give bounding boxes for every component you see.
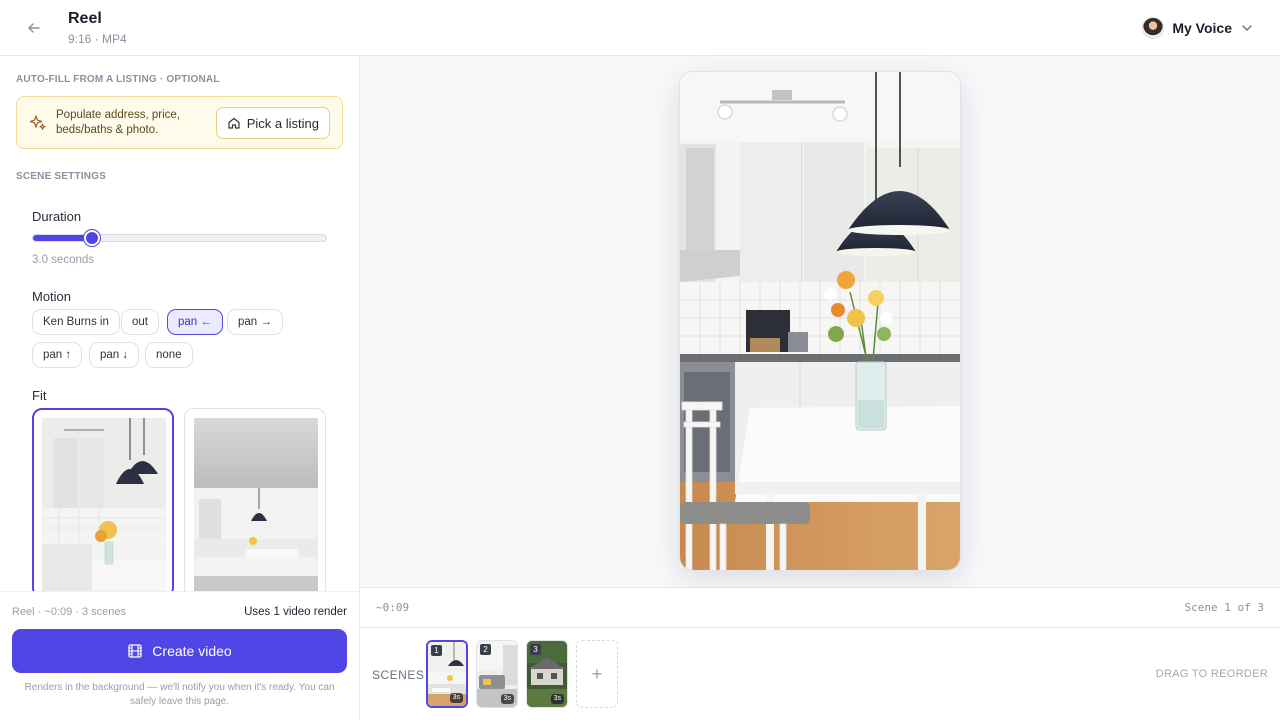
format-subtitle: 9:16 · MP4	[68, 32, 127, 46]
settings-panel: AUTO-FILL FROM A LISTING · OPTIONAL Popu…	[0, 56, 360, 720]
preview-area	[360, 56, 1280, 588]
film-icon	[128, 644, 142, 658]
sparkle-icon	[29, 115, 46, 130]
duration-value: 3.0 seconds	[32, 254, 95, 266]
motion-chip-ken-burns-in[interactable]: Ken Burns in	[32, 309, 120, 335]
drag-to-reorder-hint: DRAG TO REORDER	[1155, 668, 1268, 680]
top-bar: Reel 9:16 · MP4 My Voice	[0, 0, 1280, 56]
render-usage: Uses 1 video render	[244, 606, 347, 618]
create-footer: Reel · ~0:09 · 3 scenes Uses 1 video ren…	[0, 591, 359, 720]
create-video-label: Create video	[152, 643, 232, 659]
autofill-section-label: AUTO-FILL FROM A LISTING · OPTIONAL	[16, 74, 220, 85]
scene-indicator: Scene 1 of 3	[1184, 601, 1264, 614]
background-render-note: Renders in the background — we'll notify…	[24, 682, 335, 707]
autofill-description: Populate address, price, beds/baths & ph…	[56, 109, 181, 136]
motion-chip-none[interactable]: none	[145, 342, 193, 368]
scene-thumb[interactable]: 2 3s	[476, 640, 518, 708]
voice-selector[interactable]: My Voice	[1142, 14, 1254, 42]
duration-label: Duration	[32, 209, 82, 224]
fit-label: Fit	[32, 388, 47, 403]
scene-duration: 3s	[500, 694, 514, 704]
reel-summary: Reel · ~0:09 · 3 scenes	[12, 606, 127, 618]
video-preview[interactable]	[679, 71, 961, 571]
motion-chip-pan-left[interactable]: pan ←	[167, 309, 223, 335]
create-video-button[interactable]: Create video	[12, 629, 347, 673]
scene-settings-label: SCENE SETTINGS	[16, 171, 107, 182]
motion-chip-out[interactable]: out	[121, 309, 159, 335]
scene-thumb[interactable]: 1 3s	[426, 640, 468, 708]
timeline-info: ~0:09 Scene 1 of 3	[360, 588, 1280, 628]
scene-number: 1	[431, 645, 442, 656]
scenes-strip: SCENES 1 3s 2 3s 3 3s + DRAG TO REORDER	[360, 628, 1280, 720]
voice-label: My Voice	[1172, 20, 1232, 36]
motion-chip-pan-right[interactable]: pan →	[227, 309, 283, 335]
kitchen-blur-preview	[194, 418, 318, 597]
arrow-left-icon	[28, 23, 40, 33]
back-button[interactable]	[22, 16, 46, 40]
fit-option-blur[interactable]	[184, 408, 326, 598]
motion-chip-pan-up[interactable]: pan ↑	[32, 342, 83, 368]
duration-slider-thumb[interactable]	[84, 230, 100, 246]
scene-number: 2	[480, 644, 491, 655]
pick-listing-button[interactable]: Pick a listing	[215, 107, 330, 139]
add-scene-button[interactable]: +	[576, 640, 618, 708]
kitchen-fill-preview	[42, 418, 166, 596]
avatar	[1142, 17, 1165, 39]
motion-label: Motion	[32, 289, 72, 304]
plus-icon: +	[591, 663, 603, 684]
scene-duration: 3s	[449, 693, 463, 703]
scene-thumb[interactable]: 3 3s	[526, 640, 568, 708]
pick-listing-label: Pick a listing	[246, 115, 319, 131]
home-icon	[228, 117, 240, 129]
total-duration: ~0:09	[376, 601, 410, 614]
fit-option-fill[interactable]	[32, 408, 174, 598]
scenes-label: SCENES	[372, 668, 425, 682]
autofill-card: Populate address, price, beds/baths & ph…	[16, 96, 343, 149]
kitchen-photo	[680, 72, 960, 570]
scene-duration: 3s	[550, 694, 564, 704]
duration-slider[interactable]	[32, 230, 327, 246]
page-title: Reel	[68, 10, 102, 27]
motion-chip-pan-down[interactable]: pan ↓	[89, 342, 140, 368]
scene-number: 3	[530, 644, 541, 655]
chevron-down-icon	[1242, 25, 1252, 31]
